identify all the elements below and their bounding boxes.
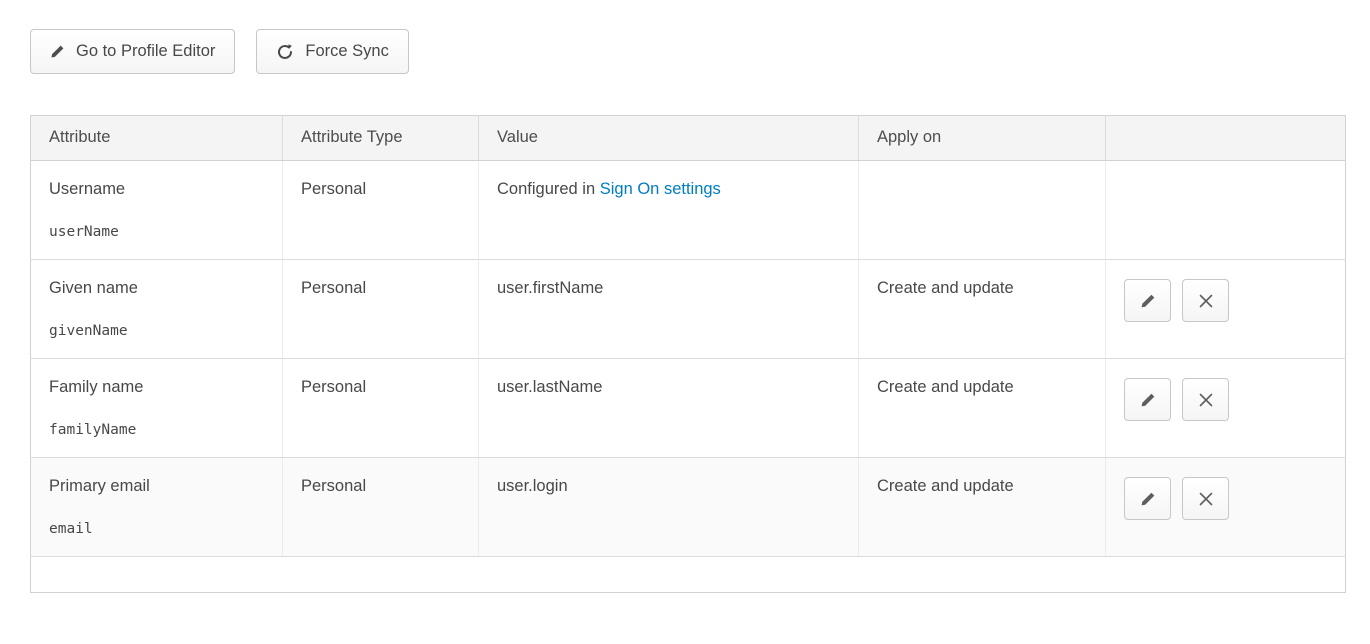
- table-row-family-name: Family name familyName Personal user.las…: [31, 359, 1346, 458]
- apply-on-text: Create and update: [877, 279, 1014, 297]
- header-attribute: Attribute: [31, 116, 283, 161]
- table-row-partial: [31, 557, 1346, 593]
- apply-on-text: Create and update: [877, 378, 1014, 396]
- attribute-variable-name: familyName: [49, 422, 264, 438]
- attribute-label: Given name: [49, 279, 264, 298]
- table-row-primary-email: Primary email email Personal user.login …: [31, 458, 1346, 557]
- header-apply-on: Apply on: [859, 116, 1106, 161]
- go-to-profile-editor-label: Go to Profile Editor: [76, 42, 215, 61]
- force-sync-label: Force Sync: [305, 42, 388, 61]
- row-actions: [1124, 279, 1327, 322]
- table-header-row: Attribute Attribute Type Value Apply on: [31, 116, 1346, 161]
- pencil-icon: [50, 44, 65, 59]
- row-actions: [1124, 477, 1327, 520]
- header-value: Value: [479, 116, 859, 161]
- attribute-type: Personal: [301, 180, 366, 198]
- attribute-type: Personal: [301, 279, 366, 297]
- toolbar: Go to Profile Editor Force Sync: [0, 0, 1370, 74]
- attribute-type: Personal: [301, 477, 366, 495]
- go-to-profile-editor-button[interactable]: Go to Profile Editor: [30, 29, 235, 74]
- apply-on-text: Create and update: [877, 477, 1014, 495]
- attribute-label: Username: [49, 180, 264, 199]
- delete-attribute-button[interactable]: [1182, 378, 1229, 421]
- force-sync-button[interactable]: Force Sync: [256, 29, 408, 74]
- pencil-icon: [1140, 392, 1156, 408]
- attribute-label: Primary email: [49, 477, 264, 496]
- attribute-label: Family name: [49, 378, 264, 397]
- value-text: user.login: [497, 477, 568, 495]
- row-actions: [1124, 378, 1327, 421]
- delete-attribute-button[interactable]: [1182, 477, 1229, 520]
- attribute-variable-name: userName: [49, 224, 264, 240]
- value-text: user.firstName: [497, 279, 603, 297]
- edit-attribute-button[interactable]: [1124, 477, 1171, 520]
- header-actions: [1106, 116, 1346, 161]
- close-icon: [1199, 294, 1213, 308]
- value-text: Configured in: [497, 180, 600, 198]
- pencil-icon: [1140, 293, 1156, 309]
- edit-attribute-button[interactable]: [1124, 279, 1171, 322]
- table-row-username: Username userName Personal Configured in…: [31, 161, 1346, 260]
- attribute-type: Personal: [301, 378, 366, 396]
- close-icon: [1199, 393, 1213, 407]
- table-row-given-name: Given name givenName Personal user.first…: [31, 260, 1346, 359]
- pencil-icon: [1140, 491, 1156, 507]
- close-icon: [1199, 492, 1213, 506]
- refresh-icon: [276, 43, 294, 61]
- edit-attribute-button[interactable]: [1124, 378, 1171, 421]
- attribute-variable-name: givenName: [49, 323, 264, 339]
- header-attribute-type: Attribute Type: [283, 116, 479, 161]
- delete-attribute-button[interactable]: [1182, 279, 1229, 322]
- sign-on-settings-link[interactable]: Sign On settings: [600, 180, 721, 198]
- value-text: user.lastName: [497, 378, 602, 396]
- attribute-mappings-table: Attribute Attribute Type Value Apply on …: [30, 115, 1345, 593]
- attribute-variable-name: email: [49, 521, 264, 537]
